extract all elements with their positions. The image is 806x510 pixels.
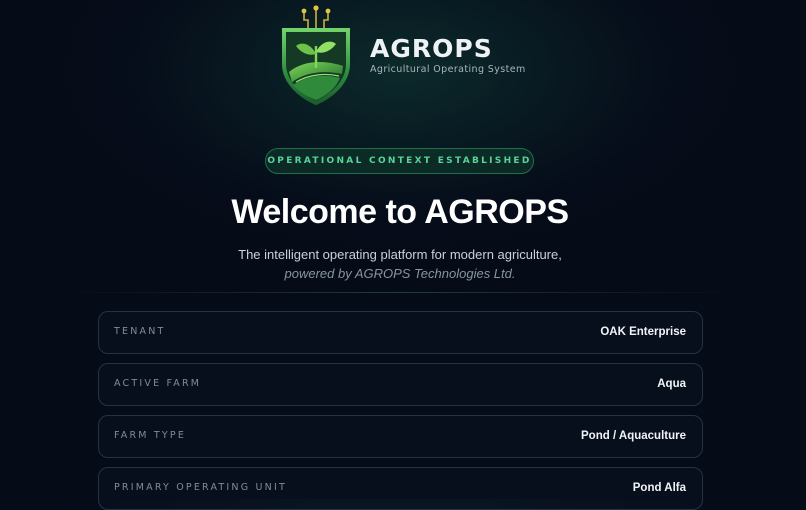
context-row-tenant: TENANT OAK Enterprise xyxy=(98,311,703,354)
context-value: Pond Alfa xyxy=(632,482,686,494)
context-row-active-farm: ACTIVE FARM Aqua xyxy=(98,363,703,406)
shield-sprout-circuit-icon xyxy=(282,5,350,106)
tagline: The intelligent operating platform for m… xyxy=(238,247,562,262)
page-title: Welcome to AGROPS xyxy=(231,193,569,231)
status-badge: OPERATIONAL CONTEXT ESTABLISHED xyxy=(265,148,534,174)
context-value: Pond / Aquaculture xyxy=(581,430,686,442)
context-value: OAK Enterprise xyxy=(600,326,686,338)
context-label: TENANT xyxy=(114,326,166,337)
context-value: Aqua xyxy=(657,378,686,390)
context-label: ACTIVE FARM xyxy=(114,378,202,389)
context-label: PRIMARY OPERATING UNIT xyxy=(114,482,287,493)
context-row-farm-type: FARM TYPE Pond / Aquaculture xyxy=(98,415,703,458)
brand-subtitle: Agricultural Operating System xyxy=(370,64,526,75)
divider xyxy=(60,292,740,293)
powered-by-text: powered by AGROPS Technologies Ltd. xyxy=(284,266,516,281)
brand-name: AGROPS xyxy=(370,34,493,63)
context-label: FARM TYPE xyxy=(114,430,187,441)
brand-header: AGROPS Agricultural Operating System xyxy=(280,2,540,106)
context-row-primary-operating-unit: PRIMARY OPERATING UNIT Pond Alfa xyxy=(98,467,703,510)
